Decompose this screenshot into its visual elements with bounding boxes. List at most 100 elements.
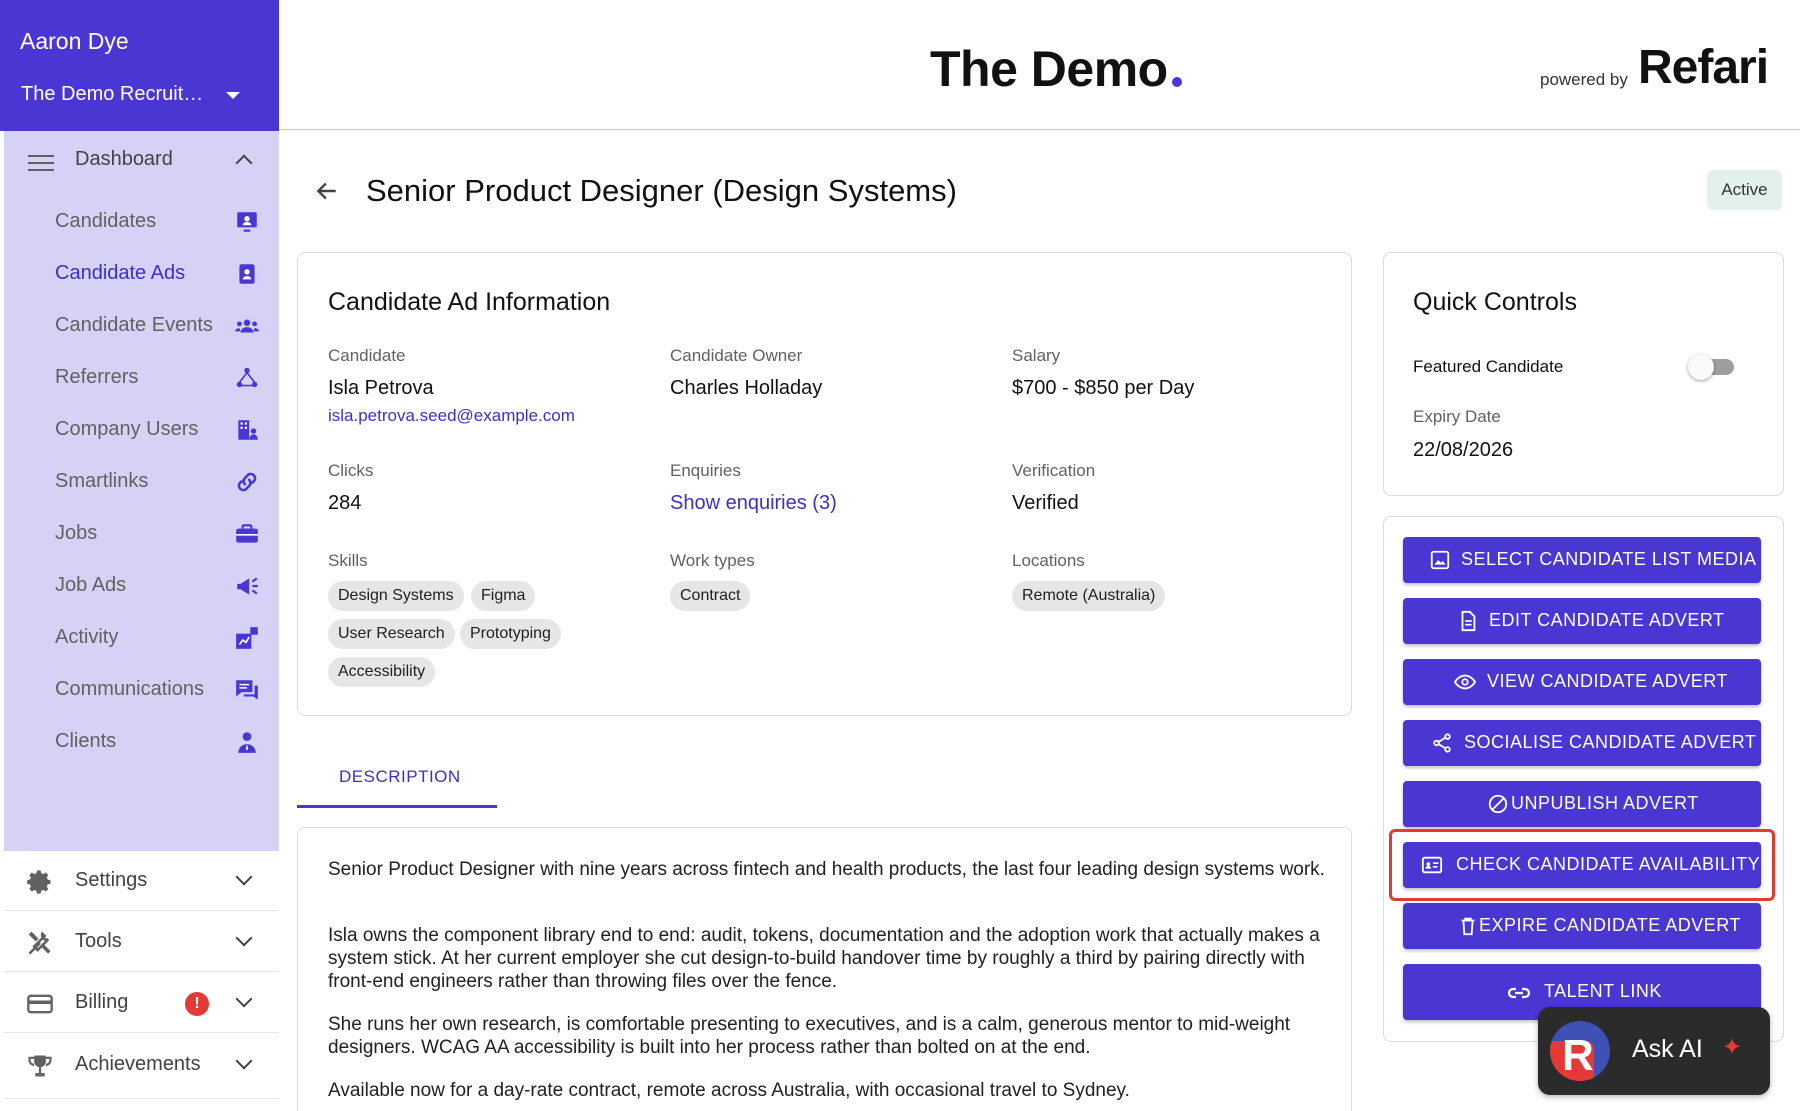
expiry-date-label: Expiry Date	[1413, 407, 1501, 426]
featured-candidate-label: Featured Candidate	[1413, 357, 1564, 376]
worktype-chip: Contract	[670, 581, 751, 611]
megaphone-icon	[234, 573, 260, 599]
user-name: Aaron Dye	[20, 28, 129, 54]
chevron-down-icon	[235, 929, 253, 947]
share-icon	[1431, 732, 1453, 754]
candidate-ads-icon	[234, 261, 260, 287]
verification-label: Verification	[1012, 461, 1096, 480]
sidebar-item-jobs[interactable]: Jobs	[4, 503, 279, 563]
skill-chip: Prototyping	[460, 619, 561, 649]
sidebar-item-candidate-ads[interactable]: Candidate Ads	[4, 243, 279, 303]
back-arrow-icon[interactable]	[314, 178, 340, 204]
company-selector[interactable]: The Demo Recruitment	[21, 83, 211, 106]
company-dropdown-icon[interactable]	[226, 92, 240, 99]
brand-logo: The Demo	[930, 41, 1168, 97]
skills-label: Skills	[328, 551, 368, 570]
ask-ai-button[interactable]: R Ask AI ✦	[1538, 1007, 1770, 1095]
sidebar-item-job-ads[interactable]: Job Ads	[4, 555, 279, 615]
document-icon	[1457, 610, 1479, 632]
sidebar-item-communications[interactable]: Communications	[4, 659, 279, 719]
sidebar-header: Aaron Dye The Demo Recruitment	[0, 0, 279, 131]
skill-chip: Accessibility	[328, 657, 436, 687]
settings-label: Settings	[75, 869, 148, 891]
featured-candidate-toggle-knob[interactable]	[1688, 354, 1714, 380]
locations-label: Locations	[1012, 551, 1085, 570]
sidebar-item-label: Communications	[55, 678, 204, 700]
sidebar-tools[interactable]: Tools	[4, 912, 279, 972]
sidebar-item-activity[interactable]: Activity	[4, 607, 279, 667]
button-label: SOCIALISE CANDIDATE ADVERT	[1464, 732, 1757, 752]
edit-candidate-advert-button[interactable]: EDIT CANDIDATE ADVERT	[1403, 598, 1761, 644]
worktypes-label: Work types	[670, 551, 755, 570]
description-paragraph: Isla owns the component library end to e…	[328, 925, 1320, 992]
sidebar-item-label: Candidate Events	[55, 314, 213, 336]
tab-description[interactable]: DESCRIPTION	[297, 750, 497, 808]
credit-card-icon	[26, 990, 54, 1018]
highlight-box	[1389, 829, 1775, 901]
sidebar: Aaron Dye The Demo Recruitment Dashboard…	[0, 0, 279, 1111]
candidate-ad-info-card: Candidate Ad Information Candidate Isla …	[297, 252, 1352, 716]
clicks-label: Clicks	[328, 461, 374, 480]
billing-label: Billing	[75, 991, 129, 1013]
description-paragraph: Available now for a day-rate contract, r…	[328, 1080, 1130, 1101]
sidebar-achievements[interactable]: Achievements	[4, 1035, 279, 1099]
description-paragraph: She runs her own research, is comfortabl…	[328, 1014, 1291, 1058]
activity-icon	[234, 625, 260, 651]
sidebar-item-referrers[interactable]: Referrers	[4, 347, 279, 407]
candidate-email-link[interactable]: isla.petrova.seed@example.com	[328, 406, 575, 426]
sidebar-item-candidate-events[interactable]: Candidate Events	[4, 295, 279, 355]
view-candidate-advert-button[interactable]: VIEW CANDIDATE ADVERT	[1403, 659, 1761, 705]
sidebar-item-label: Candidates	[55, 210, 157, 232]
top-bar: The Demo powered by Refari	[279, 0, 1800, 130]
location-chip: Remote (Australia)	[1012, 581, 1166, 611]
candidate-label: Candidate	[328, 346, 406, 365]
sidebar-item-label: Job Ads	[55, 574, 127, 596]
dashboard-group: Dashboard Candidates Candidate Ads Candi…	[4, 131, 279, 851]
skill-chip: Design Systems	[328, 581, 464, 611]
sidebar-item-company-users[interactable]: Company Users	[4, 399, 279, 459]
menu-icon	[28, 155, 54, 171]
skill-chip: Figma	[471, 581, 536, 611]
candidate-name: Isla Petrova	[328, 377, 434, 399]
show-enquiries-link[interactable]: Show enquiries (3)	[670, 492, 837, 515]
select-candidate-list-media-button[interactable]: SELECT CANDIDATE LIST MEDIA	[1403, 537, 1761, 583]
owner-name: Charles Holladay	[670, 377, 823, 399]
chevron-down-icon	[235, 990, 253, 1008]
expire-candidate-advert-button[interactable]: EXPIRE CANDIDATE ADVERT	[1403, 903, 1761, 949]
chevron-up-icon	[235, 154, 253, 172]
sidebar-billing[interactable]: Billing !	[4, 973, 279, 1033]
quick-controls-title: Quick Controls	[1413, 288, 1577, 316]
page-title: Senior Product Designer (Design Systems)	[366, 173, 957, 208]
sidebar-settings[interactable]: Settings	[4, 851, 279, 911]
gear-icon	[26, 868, 54, 896]
button-label: EDIT CANDIDATE ADVERT	[1489, 610, 1725, 630]
sidebar-item-smartlinks[interactable]: Smartlinks	[4, 451, 279, 511]
button-label: SELECT CANDIDATE LIST MEDIA	[1461, 549, 1757, 569]
briefcase-icon	[234, 521, 260, 547]
chevron-down-icon	[235, 868, 253, 886]
sidebar-item-clients[interactable]: Clients	[4, 711, 279, 771]
chat-icon	[234, 677, 260, 703]
owner-label: Candidate Owner	[670, 346, 803, 365]
expiry-date-value: 22/08/2026	[1413, 439, 1514, 461]
skill-chip: User Research	[328, 619, 455, 649]
tools-icon	[26, 929, 54, 957]
sidebar-item-candidates[interactable]: Candidates	[4, 191, 279, 251]
button-label: EXPIRE CANDIDATE ADVERT	[1479, 915, 1741, 935]
image-icon	[1429, 549, 1451, 571]
sidebar-item-label: Company Users	[55, 418, 199, 440]
clicks-value: 284	[328, 492, 362, 514]
unpublish-advert-button[interactable]: UNPUBLISH ADVERT	[1403, 781, 1761, 827]
chevron-down-icon	[235, 1052, 253, 1070]
socialise-candidate-advert-button[interactable]: SOCIALISE CANDIDATE ADVERT	[1403, 720, 1761, 766]
button-label: UNPUBLISH ADVERT	[1511, 793, 1699, 813]
eye-icon	[1453, 671, 1477, 693]
info-card-title: Candidate Ad Information	[328, 288, 611, 316]
sidebar-item-label: Candidate Ads	[55, 262, 186, 284]
dashboard-toggle[interactable]: Dashboard	[4, 131, 279, 191]
candidate-events-icon	[234, 313, 260, 339]
candidates-icon	[234, 209, 260, 235]
company-users-icon	[234, 417, 260, 443]
tools-label: Tools	[75, 930, 122, 952]
trash-icon	[1457, 915, 1479, 937]
